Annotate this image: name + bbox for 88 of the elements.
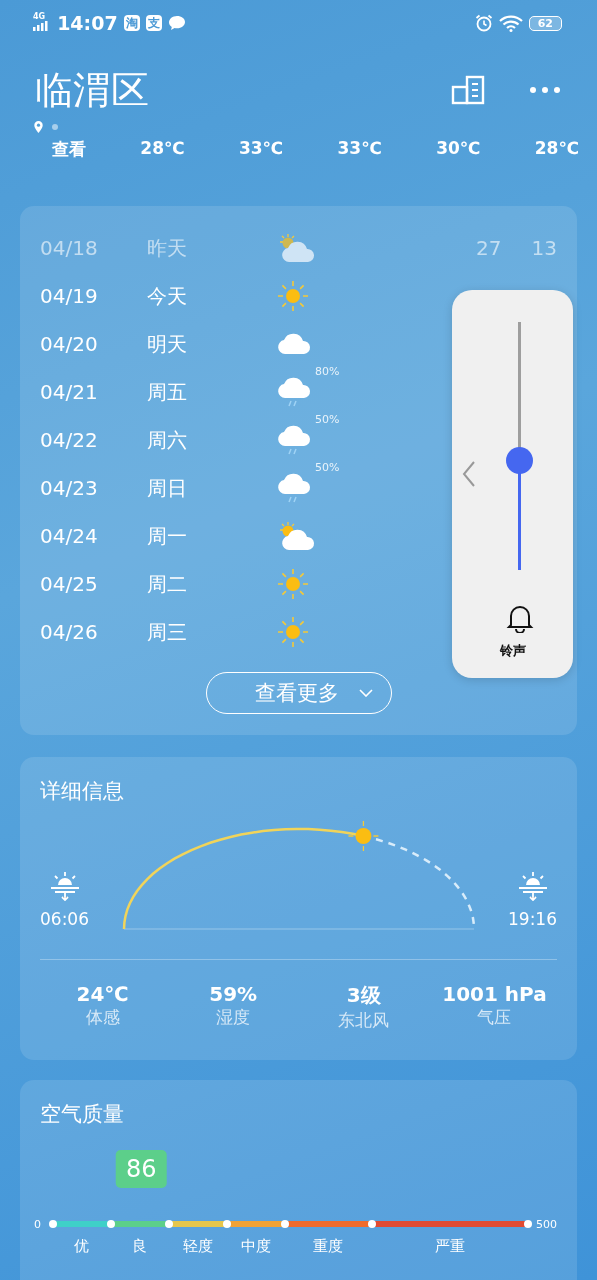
hourly-temperature: 33℃	[238, 138, 284, 160]
battery-indicator: 62	[528, 15, 562, 31]
aqi-level-label: 严重	[434, 1237, 465, 1256]
low-temperature: 13	[531, 236, 557, 260]
forecast-day: 周三	[147, 618, 277, 646]
detail-value: 24℃	[76, 982, 129, 1006]
forecast-date: 04/22	[40, 428, 99, 452]
sun-behind-cloud-icon	[277, 233, 315, 263]
forecast-date: 04/25	[40, 572, 99, 596]
aqi-level-label: 轻度	[182, 1237, 213, 1256]
forecast-date: 04/19	[40, 284, 99, 308]
detail-label: 气压	[477, 1006, 512, 1029]
forecast-day: 今天	[147, 282, 277, 310]
cloud-icon	[277, 333, 311, 355]
city-name: 临渭区	[35, 67, 149, 114]
app-notification-icon: 支	[145, 15, 162, 31]
section-title: 空气质量	[40, 1101, 125, 1128]
scale-dot	[524, 1220, 532, 1228]
hourly-temperature: 28℃	[534, 138, 579, 160]
forecast-day: 周二	[147, 570, 277, 598]
aqi-value-tooltip: 86	[116, 1150, 167, 1188]
scale-min-label: 0	[34, 1218, 41, 1231]
detail-value: 3级	[346, 982, 381, 1009]
app-notification-icon: 淘	[123, 15, 140, 31]
forecast-day: 周六	[147, 426, 277, 454]
scale-dot	[164, 1220, 173, 1228]
aqi-level-label: 优	[74, 1237, 90, 1256]
wifi-icon	[498, 14, 523, 32]
location-pin-icon	[34, 121, 43, 133]
forecast-day: 周日	[147, 474, 277, 502]
rain-cloud-icon	[277, 377, 311, 407]
aqi-level-label: 中度	[240, 1237, 271, 1256]
sunrise-time: 06:06	[40, 909, 89, 929]
forecast-day: 周一	[147, 522, 277, 550]
forecast-date: 04/26	[40, 620, 99, 644]
hourly-temperature: 30℃	[436, 138, 481, 160]
scale-max-label: 500	[536, 1218, 557, 1231]
scale-dot	[49, 1220, 57, 1228]
sun-behind-cloud-icon	[277, 521, 315, 551]
forecast-day: 昨天	[147, 234, 277, 262]
aqi-level-label: 重度	[313, 1237, 344, 1256]
signal-icon	[33, 21, 50, 31]
hourly-temperature: 28℃	[140, 138, 185, 160]
bell-icon	[506, 603, 534, 633]
forecast-day: 明天	[147, 330, 277, 358]
scale-dot	[280, 1220, 289, 1228]
forecast-date: 04/21	[40, 380, 99, 404]
sun-icon	[277, 568, 309, 600]
rain-cloud-icon	[277, 425, 311, 455]
sunrise-icon	[48, 871, 81, 901]
detail-label: 湿度	[216, 1006, 251, 1029]
alarm-clock-icon	[474, 14, 493, 32]
slider-thumb[interactable]	[506, 447, 533, 475]
scale-dot	[222, 1220, 231, 1228]
precipitation-chance: 80%	[315, 365, 340, 378]
rain-cloud-icon	[277, 473, 311, 503]
network-label: 4G	[33, 11, 46, 21]
sun-icon	[277, 280, 309, 312]
chat-bubble-icon	[167, 15, 186, 31]
hourly-temperature: 查看	[52, 138, 86, 161]
chevron-down-icon	[358, 689, 373, 697]
clock-time: 14:07	[57, 12, 118, 34]
forecast-date: 04/20	[40, 332, 99, 356]
scale-dot	[106, 1220, 115, 1228]
sunset-time: 19:16	[508, 909, 557, 929]
hourly-temperature: 33℃	[337, 138, 382, 160]
high-temperature: 27	[476, 236, 502, 260]
precipitation-chance: 50%	[315, 413, 340, 426]
precipitation-chance: 50%	[315, 461, 340, 474]
detail-value: 1001 hPa	[442, 982, 547, 1006]
volume-label: 铃声	[498, 642, 527, 660]
page-indicator-dot	[52, 124, 58, 130]
city-list-icon[interactable]	[451, 75, 487, 105]
sun-icon	[277, 616, 309, 648]
detail-value: 59%	[209, 982, 258, 1006]
forecast-day: 周五	[147, 378, 277, 406]
volume-slider[interactable]	[518, 322, 521, 570]
detail-label: 体感	[85, 1006, 120, 1029]
section-title: 详细信息	[40, 778, 125, 805]
chevron-left-icon[interactable]	[462, 460, 476, 488]
detail-label: 东北风	[338, 1009, 390, 1032]
forecast-date: 04/23	[40, 476, 99, 500]
aqi-level-label: 良	[132, 1237, 148, 1256]
sunset-icon	[516, 871, 549, 901]
more-icon[interactable]	[529, 86, 561, 94]
forecast-date: 04/18	[40, 236, 99, 260]
forecast-date: 04/24	[40, 524, 99, 548]
scale-dot	[367, 1220, 376, 1228]
